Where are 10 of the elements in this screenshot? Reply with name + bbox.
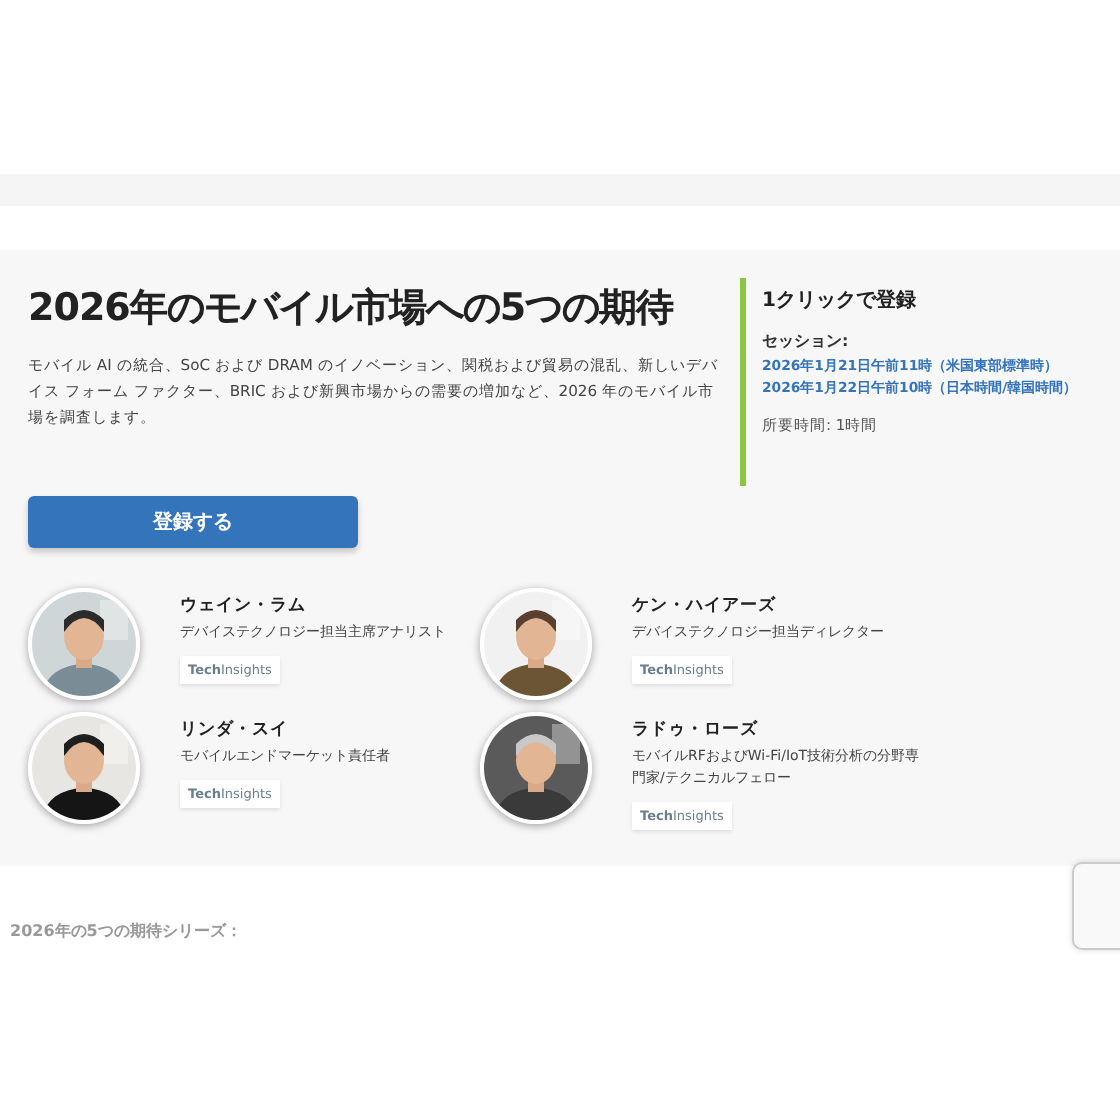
speaker-name: ケン・ハイアーズ [632,593,778,618]
speaker-name: リンダ・スイ [180,717,290,742]
register-button[interactable]: 登録する [28,495,358,548]
floating-widget[interactable] [1072,862,1120,950]
event-title: 2026年のモバイル市場への5つの期待 [28,284,674,334]
speaker-name: ラドゥ・ローズ [632,717,760,742]
sessions-label: セッション: [762,330,851,352]
series-heading: 2026年の5つの期待シリーズ： [10,920,242,942]
speaker-name: ウェイン・ラム [180,593,308,618]
registration-heading: 1クリックで登録 [762,287,918,314]
